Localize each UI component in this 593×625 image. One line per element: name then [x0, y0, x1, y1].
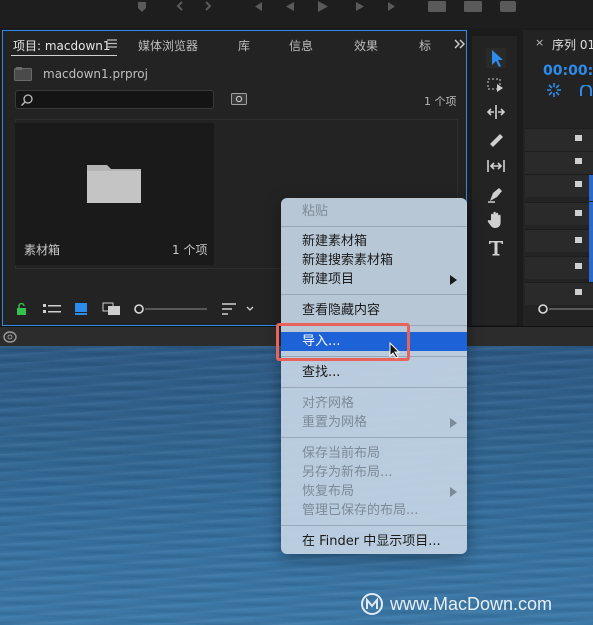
timeline-zoom-handle[interactable]: [538, 304, 548, 314]
search-icon: [21, 94, 33, 106]
item-count: 1 个项: [424, 95, 457, 108]
selection-tool-icon[interactable]: [486, 48, 506, 68]
timeline-panel: × 序列 01 00:00:0: [523, 30, 593, 326]
menu-separator: [281, 437, 467, 438]
bin-name: 素材箱: [24, 243, 61, 257]
menu-separator: [281, 294, 467, 295]
razor-tool-icon[interactable]: [486, 130, 506, 150]
watermark: www.MacDown.com: [360, 592, 552, 616]
mouse-cursor-icon: [389, 342, 401, 359]
menu-separator: [281, 387, 467, 388]
menu-item-label: 新建项目: [302, 272, 355, 287]
menu-item-new-search-bin[interactable]: 新建搜索素材箱: [281, 251, 467, 270]
tab-libraries[interactable]: 库: [238, 37, 250, 54]
menu-item-view-hidden[interactable]: 查看隐藏内容: [281, 301, 467, 320]
tab-media-browser[interactable]: 媒体浏览器: [138, 37, 198, 54]
track-lock-icon[interactable]: [575, 237, 582, 243]
type-tool-icon[interactable]: [486, 238, 506, 258]
bin-thumbnail[interactable]: 素材箱 1 个项: [15, 123, 214, 265]
menu-item-manage-layouts[interactable]: 管理已保存的布局...: [281, 501, 467, 520]
tab-markers[interactable]: 标: [419, 37, 431, 54]
track-select-tool-icon[interactable]: [486, 76, 506, 96]
menu-item-new-bin[interactable]: 新建素材箱: [281, 232, 467, 251]
menu-separator: [281, 525, 467, 526]
panel-menu-icon[interactable]: [107, 39, 117, 48]
go-to-in-icon[interactable]: [252, 2, 262, 11]
more-tabs-icon[interactable]: [454, 39, 466, 49]
pen-tool-icon[interactable]: [486, 184, 506, 204]
menu-item-label: 恢复布局: [302, 484, 355, 499]
marker-icon[interactable]: [138, 2, 146, 12]
lock-icon[interactable]: [16, 303, 28, 315]
project-file-icon: [14, 67, 32, 81]
slip-tool-icon[interactable]: [486, 156, 506, 176]
new-search-bin-icon[interactable]: [231, 93, 247, 105]
track-lock-icon[interactable]: [575, 181, 582, 187]
track-lock-icon[interactable]: [575, 289, 582, 295]
icon-view-icon[interactable]: [74, 302, 88, 316]
tab-project[interactable]: 项目: macdown1: [13, 37, 111, 54]
track-lock-icon[interactable]: [575, 210, 582, 216]
list-view-icon[interactable]: [43, 303, 61, 315]
hand-tool-icon[interactable]: [486, 210, 506, 230]
go-to-out-icon[interactable]: [388, 2, 398, 11]
menu-item-align-to-grid[interactable]: 对齐网格: [281, 394, 467, 413]
active-tab-underline: [11, 55, 117, 56]
folder-icon: [85, 159, 143, 205]
zoom-slider[interactable]: [133, 302, 209, 316]
context-menu: 粘贴 新建素材箱 新建搜索素材箱 新建项目 查看隐藏内容 导入... 查找...…: [281, 198, 467, 554]
out-point-icon[interactable]: [205, 1, 212, 11]
menu-item-reset-to-grid[interactable]: 重置为网格: [281, 413, 467, 432]
menu-item-find[interactable]: 查找...: [281, 363, 467, 382]
creative-cloud-icon[interactable]: [3, 331, 17, 343]
tab-effects[interactable]: 效果: [354, 37, 378, 54]
insert-icon[interactable]: [428, 1, 446, 12]
bin-item-count: 1 个项: [172, 243, 208, 257]
sort-icon[interactable]: [221, 302, 255, 316]
project-file-name: macdown1.prproj: [43, 67, 148, 81]
menu-item-paste[interactable]: 粘贴: [281, 202, 467, 221]
export-frame-icon[interactable]: [500, 1, 516, 12]
macdown-logo-icon: [360, 592, 384, 616]
overwrite-icon[interactable]: [464, 1, 482, 12]
menu-item-save-new-layout[interactable]: 另存为新布局...: [281, 463, 467, 482]
menu-item-reveal-in-finder[interactable]: 在 Finder 中显示项目...: [281, 532, 467, 551]
freeform-view-icon[interactable]: [102, 302, 122, 316]
play-icon[interactable]: [318, 1, 328, 12]
tab-info[interactable]: 信息: [289, 37, 313, 54]
submenu-arrow-icon: [450, 487, 457, 497]
track-locks: [538, 135, 593, 314]
track-lock-icon[interactable]: [575, 158, 582, 164]
menu-item-new-item[interactable]: 新建项目: [281, 270, 467, 289]
step-back-icon[interactable]: [286, 2, 294, 11]
menu-item-save-layout[interactable]: 保存当前布局: [281, 444, 467, 463]
track-lock-icon[interactable]: [575, 263, 582, 269]
menu-item-restore-layout[interactable]: 恢复布局: [281, 482, 467, 501]
submenu-arrow-icon: [450, 275, 457, 285]
transport-bar: [0, 0, 593, 28]
menu-item-label: 重置为网格: [302, 415, 368, 430]
tools-panel: [472, 36, 517, 325]
step-forward-icon[interactable]: [356, 2, 364, 11]
ripple-edit-tool-icon[interactable]: [486, 102, 506, 122]
track-lock-icon[interactable]: [575, 135, 582, 141]
search-input[interactable]: [15, 90, 214, 109]
menu-separator: [281, 226, 467, 227]
in-point-icon[interactable]: [176, 1, 183, 11]
watermark-text: www.MacDown.com: [390, 593, 553, 614]
submenu-arrow-icon: [450, 418, 457, 428]
